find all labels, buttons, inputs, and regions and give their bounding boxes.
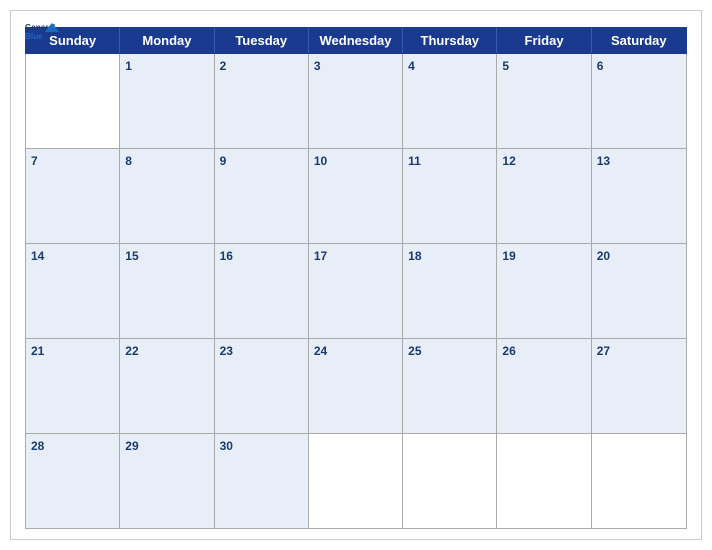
- cal-cell: 15: [120, 244, 214, 338]
- day-name-monday: Monday: [120, 28, 214, 53]
- cal-cell: 3: [309, 54, 403, 148]
- date-number: 4: [408, 59, 415, 73]
- calendar: General Blue SundayMondayTuesdayWednesda…: [10, 10, 702, 540]
- cal-cell: 11: [403, 149, 497, 243]
- logo: General Blue: [25, 21, 61, 41]
- day-name-tuesday: Tuesday: [215, 28, 309, 53]
- date-number: 18: [408, 249, 421, 263]
- cal-cell: [403, 434, 497, 528]
- cal-cell: 5: [497, 54, 591, 148]
- date-number: 6: [597, 59, 604, 73]
- week-row-1: 1 2 3 4 5 6: [26, 54, 686, 149]
- day-name-friday: Friday: [497, 28, 591, 53]
- cal-cell: 30: [215, 434, 309, 528]
- date-number: 9: [220, 154, 227, 168]
- week-row-2: 7 8 9 10 11 12 13: [26, 149, 686, 244]
- date-number: 20: [597, 249, 610, 263]
- day-name-saturday: Saturday: [592, 28, 686, 53]
- week-row-3: 14 15 16 17 18 19 20: [26, 244, 686, 339]
- date-number: 2: [220, 59, 227, 73]
- date-number: 23: [220, 344, 233, 358]
- cal-cell: 6: [592, 54, 686, 148]
- cal-cell: 21: [26, 339, 120, 433]
- calendar-grid: SundayMondayTuesdayWednesdayThursdayFrid…: [25, 27, 687, 529]
- cal-cell: 2: [215, 54, 309, 148]
- cal-cell: 29: [120, 434, 214, 528]
- date-number: 15: [125, 249, 138, 263]
- week-row-4: 21 22 23 24 25 26 27: [26, 339, 686, 434]
- date-number: 5: [502, 59, 509, 73]
- date-number: 21: [31, 344, 44, 358]
- calendar-weeks: 1234567891011121314151617181920212223242…: [25, 54, 687, 529]
- cal-cell: 23: [215, 339, 309, 433]
- svg-text:Blue: Blue: [25, 32, 43, 41]
- cal-cell: 22: [120, 339, 214, 433]
- cal-cell: 9: [215, 149, 309, 243]
- day-name-thursday: Thursday: [403, 28, 497, 53]
- date-number: 22: [125, 344, 138, 358]
- cal-cell: 14: [26, 244, 120, 338]
- date-number: 29: [125, 439, 138, 453]
- cal-cell: 18: [403, 244, 497, 338]
- cal-cell: 13: [592, 149, 686, 243]
- day-name-wednesday: Wednesday: [309, 28, 403, 53]
- date-number: 14: [31, 249, 44, 263]
- cal-cell: 12: [497, 149, 591, 243]
- date-number: 28: [31, 439, 44, 453]
- date-number: 8: [125, 154, 132, 168]
- cal-cell: 19: [497, 244, 591, 338]
- cal-cell: [309, 434, 403, 528]
- cal-cell: 28: [26, 434, 120, 528]
- date-number: 19: [502, 249, 515, 263]
- date-number: 24: [314, 344, 327, 358]
- cal-cell: 1: [120, 54, 214, 148]
- cal-cell: 7: [26, 149, 120, 243]
- cal-cell: 16: [215, 244, 309, 338]
- cal-cell: [497, 434, 591, 528]
- date-number: 17: [314, 249, 327, 263]
- cal-cell: [26, 54, 120, 148]
- date-number: 3: [314, 59, 321, 73]
- date-number: 12: [502, 154, 515, 168]
- days-header: SundayMondayTuesdayWednesdayThursdayFrid…: [25, 27, 687, 54]
- date-number: 27: [597, 344, 610, 358]
- date-number: 25: [408, 344, 421, 358]
- cal-cell: 10: [309, 149, 403, 243]
- date-number: 13: [597, 154, 610, 168]
- cal-cell: 4: [403, 54, 497, 148]
- logo-icon: General Blue: [25, 21, 61, 41]
- date-number: 7: [31, 154, 38, 168]
- cal-cell: 17: [309, 244, 403, 338]
- date-number: 30: [220, 439, 233, 453]
- cal-cell: 8: [120, 149, 214, 243]
- cal-cell: 20: [592, 244, 686, 338]
- week-row-5: 28 29 30: [26, 434, 686, 528]
- date-number: 26: [502, 344, 515, 358]
- cal-cell: [592, 434, 686, 528]
- date-number: 1: [125, 59, 132, 73]
- cal-cell: 27: [592, 339, 686, 433]
- cal-cell: 26: [497, 339, 591, 433]
- cal-cell: 24: [309, 339, 403, 433]
- date-number: 10: [314, 154, 327, 168]
- date-number: 11: [408, 154, 421, 168]
- date-number: 16: [220, 249, 233, 263]
- cal-cell: 25: [403, 339, 497, 433]
